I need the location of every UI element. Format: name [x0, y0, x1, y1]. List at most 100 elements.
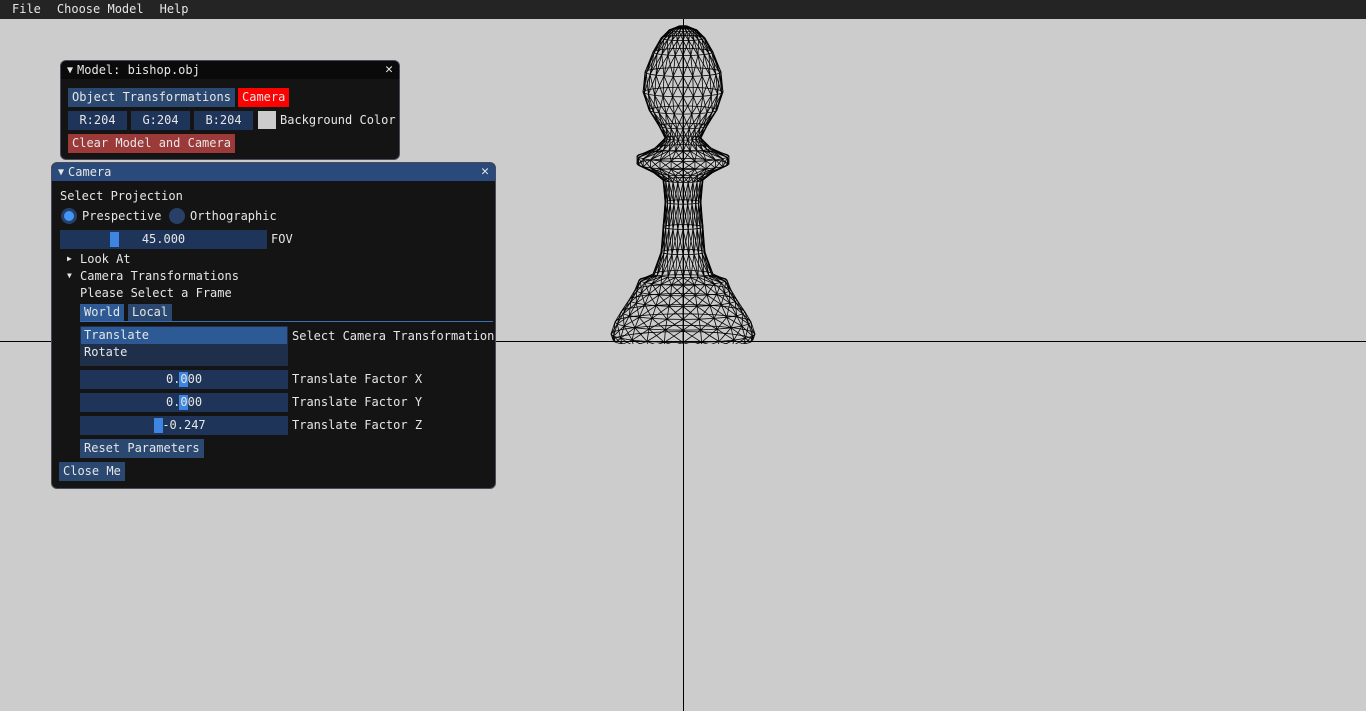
list-item-translate[interactable]: Translate [81, 327, 287, 344]
wireframe-edge [640, 281, 646, 283]
wireframe-edge [698, 305, 711, 320]
wireframe-edge [712, 107, 716, 110]
menu-choose-model[interactable]: Choose Model [49, 0, 152, 19]
wireframe-edge [666, 306, 670, 320]
fov-slider[interactable]: 45.000 [60, 230, 267, 249]
wireframe-edge [630, 301, 637, 304]
wireframe-edge [721, 302, 730, 305]
wireframe-edge [695, 294, 708, 296]
wireframe-edge [659, 150, 672, 152]
menu-file[interactable]: File [0, 0, 49, 19]
wireframe-edge [694, 274, 706, 276]
wireframe-edge [694, 150, 698, 162]
tab-local[interactable]: Local [128, 304, 173, 321]
wireframe-edge [701, 328, 718, 343]
wireframe-edge [701, 67, 710, 70]
translate-x-label: Translate Factor X [292, 372, 423, 386]
wireframe-edge [663, 67, 674, 69]
wireframe-edge [667, 39, 669, 56]
wireframe-edge [716, 329, 720, 342]
wireframe-edge [698, 252, 703, 255]
wireframe-edge [692, 67, 703, 69]
wireframe-edge [696, 305, 711, 307]
translate-x-slider[interactable]: 0.000 [80, 370, 288, 389]
wireframe-edge [644, 294, 657, 296]
color-swatch[interactable] [258, 111, 276, 129]
object-transformations-button[interactable]: Object Transformations [68, 88, 235, 107]
wireframe-edge [704, 49, 710, 51]
wireframe-edge [700, 137, 702, 139]
wireframe-edge [716, 292, 725, 295]
camera-window-title: Camera [68, 165, 112, 179]
wireframe-edge [622, 313, 630, 317]
wireframe-edge [692, 55, 699, 77]
wireframe-edge [702, 226, 704, 228]
wireframe-edge [646, 69, 651, 72]
transformation-listbox: Translate Rotate [80, 326, 288, 366]
wireframe-edge [661, 270, 669, 272]
wireframe-edge [651, 318, 668, 320]
wireframe-edge [660, 277, 676, 285]
wireframe-edge [705, 159, 716, 170]
orthographic-radio[interactable] [169, 208, 185, 224]
translate-z-slider[interactable]: -0.247 [80, 416, 288, 435]
wireframe-edge [653, 106, 660, 109]
wireframe-edge [665, 227, 669, 230]
tab-underline [80, 321, 493, 322]
reset-parameters-button[interactable]: Reset Parameters [80, 439, 204, 458]
close-icon[interactable]: ✕ [385, 61, 393, 79]
bishop-wireframe-model [610, 25, 756, 344]
red-input[interactable]: R:204 [68, 111, 127, 130]
model-window-titlebar[interactable]: ▼ Model: bishop.obj ✕ [61, 61, 399, 79]
close-icon[interactable]: ✕ [481, 163, 489, 181]
wireframe-edge [665, 200, 668, 202]
wireframe-edge [700, 318, 715, 331]
collapse-arrow-icon[interactable]: ▼ [58, 167, 64, 178]
expanded-arrow-icon[interactable]: ▼ [67, 266, 72, 285]
wireframe-edge [658, 96, 664, 113]
wireframe-edge [646, 329, 650, 342]
wireframe-edge [656, 53, 662, 55]
wireframe-edge [694, 160, 707, 162]
tab-world[interactable]: World [80, 304, 125, 321]
wireframe-edge [704, 251, 706, 253]
camera-button[interactable]: Camera [238, 88, 290, 107]
wireframe-edge [662, 179, 664, 181]
wireframe-edge [651, 283, 662, 285]
wireframe-edge [696, 306, 700, 320]
wireframe-edge [668, 150, 672, 162]
wireframe-edge [665, 96, 673, 114]
wireframe-edge [717, 73, 721, 95]
list-item-rotate[interactable]: Rotate [81, 344, 287, 361]
menu-help[interactable]: Help [152, 0, 197, 19]
wireframe-edge [715, 72, 720, 75]
wireframe-edge [702, 95, 712, 97]
clear-model-camera-button[interactable]: Clear Model and Camera [68, 134, 235, 153]
translate-y-slider[interactable]: 0.000 [80, 393, 288, 412]
wireframe-edge [697, 270, 705, 272]
wireframe-edge [651, 304, 668, 306]
perspective-radio[interactable] [61, 208, 77, 224]
wireframe-edge [697, 39, 699, 56]
wireframe-edge [700, 201, 702, 203]
wireframe-edge [706, 106, 713, 109]
model-window-title: Model: bishop.obj [77, 63, 200, 77]
wireframe-edge [661, 54, 669, 56]
wireframe-edge [664, 137, 666, 139]
wireframe-edge [656, 67, 665, 70]
wireframe-edge [639, 305, 653, 308]
wireframe-edge [697, 276, 705, 278]
camera-window-titlebar[interactable]: ▼ Camera ✕ [52, 163, 495, 181]
blue-input[interactable]: B:204 [194, 111, 253, 130]
wireframe-edge [658, 124, 661, 127]
green-input[interactable]: G:204 [131, 111, 190, 130]
wireframe-edge [696, 144, 703, 146]
wireframe-edge [714, 282, 722, 285]
wireframe-edge [716, 327, 732, 330]
wireframe-edge [665, 177, 669, 180]
wireframe-edge [658, 112, 667, 114]
collapse-arrow-icon[interactable]: ▼ [67, 65, 73, 76]
wireframe-edge [654, 95, 660, 113]
close-me-button[interactable]: Close Me [59, 462, 125, 481]
wireframe-edge [663, 252, 668, 255]
